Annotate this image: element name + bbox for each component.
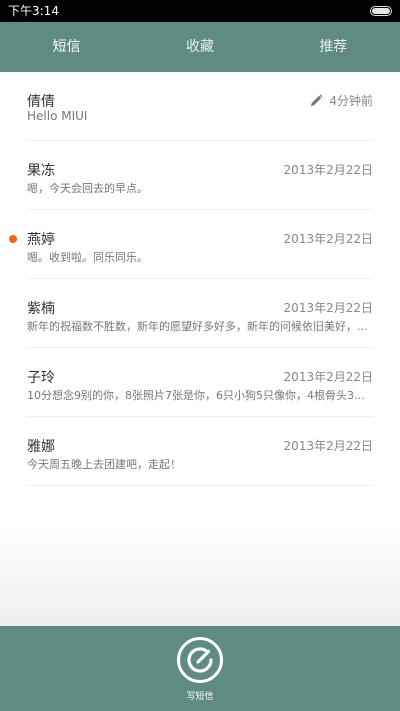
tab-recommended[interactable]: 推荐 (267, 22, 400, 72)
status-time: 下午3:14 (8, 4, 59, 18)
contact-name: 子玲 (27, 370, 55, 386)
message-time: 2013年2月22日 (283, 370, 373, 384)
message-preview: 10分想念9别的你，8张照片7张是你，6只小狗5只像你，4根骨头3根给你，2只眼… (27, 389, 373, 402)
contact-name: 果冻 (27, 163, 55, 179)
message-preview: 嗯。收到啦。同乐同乐。 (27, 251, 148, 264)
unread-dot (9, 235, 17, 243)
battery-icon (370, 6, 392, 16)
tab-bar: 短信 收藏 推荐 (0, 22, 400, 72)
conversation-item[interactable]: 子玲 2013年2月22日 10分想念9别的你，8张照片7张是你，6只小狗5只像… (27, 348, 373, 417)
message-time: 2013年2月22日 (283, 232, 373, 246)
pencil-icon (311, 94, 323, 106)
conversation-item[interactable]: 雅娜 2013年2月22日 今天周五晚上去团建吧，走起！ (27, 417, 373, 486)
message-preview: 今天周五晚上去团建吧，走起！ (27, 458, 181, 471)
message-time: 2013年2月22日 (283, 163, 373, 177)
message-time: 2013年2月22日 (283, 301, 373, 315)
status-bar: 下午3:14 (0, 0, 400, 22)
compose-button[interactable] (177, 637, 223, 683)
contact-name: 倩倩 (27, 94, 55, 110)
message-preview: 嗯，今天会回去的早点。 (27, 182, 148, 195)
message-preview: Hello MIUI (27, 109, 88, 123)
tab-messages[interactable]: 短信 (0, 22, 133, 72)
compose-icon (187, 647, 213, 673)
conversation-item[interactable]: 倩倩 4分钟前 Hello MIUI (27, 72, 373, 141)
tab-favorites[interactable]: 收藏 (133, 22, 266, 72)
conversation-list: 倩倩 4分钟前 Hello MIUI 果冻 2013年2月22日 嗯，今天会回去… (0, 72, 400, 626)
bottom-bar: 写短信 (0, 626, 400, 711)
conversation-item[interactable]: 果冻 2013年2月22日 嗯，今天会回去的早点。 (27, 141, 373, 210)
compose-label: 写短信 (186, 692, 214, 702)
conversation-item[interactable]: 紫楠 2013年2月22日 新年的祝福数不胜数，新年的愿望好多好多，新年的问候依… (27, 279, 373, 348)
message-time: 2013年2月22日 (283, 439, 373, 453)
contact-name: 雅娜 (27, 439, 55, 455)
contact-name: 紫楠 (27, 301, 55, 317)
conversation-item[interactable]: 燕婷 2013年2月22日 嗯。收到啦。同乐同乐。 (9, 210, 373, 279)
message-time: 4分钟前 (329, 94, 373, 108)
message-preview: 新年的祝福数不胜数，新年的愿望好多好多，新年的问候依旧美好，新年的祝福依然温馨 (27, 320, 373, 333)
contact-name: 燕婷 (27, 232, 55, 248)
